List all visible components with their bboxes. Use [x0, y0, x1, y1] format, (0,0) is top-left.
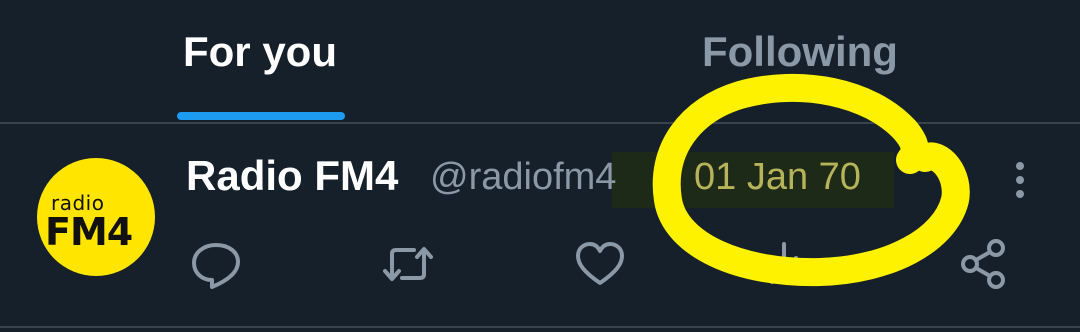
more-options-button[interactable] [1004, 160, 1036, 204]
retweet-arrows-icon [383, 247, 433, 281]
share-icon [961, 239, 1005, 289]
bar-chart-icon [770, 242, 810, 284]
tweet-divider [0, 326, 1080, 328]
share-button[interactable] [956, 236, 1012, 292]
retweet-button[interactable] [380, 236, 436, 292]
like-button[interactable] [572, 236, 628, 292]
timeline-tabs: For you Following [0, 0, 1080, 122]
tabs-divider [0, 122, 1080, 124]
views-button[interactable] [760, 236, 816, 292]
vertical-dots-icon [1016, 162, 1024, 198]
avatar[interactable]: radio FM4 [37, 158, 155, 276]
speech-bubble-icon [192, 243, 240, 289]
reply-button[interactable] [188, 236, 244, 292]
author-name[interactable]: Radio FM4 [186, 152, 398, 200]
active-tab-indicator [177, 112, 345, 120]
avatar-logo-fm4: FM4 [45, 210, 133, 254]
tab-following[interactable]: Following [702, 28, 898, 88]
author-handle[interactable]: @radiofm4 [430, 156, 616, 199]
heart-icon [576, 242, 624, 285]
tab-for-you[interactable]: For you [183, 28, 337, 88]
tweet-date[interactable]: 01 Jan 70 [694, 156, 861, 199]
